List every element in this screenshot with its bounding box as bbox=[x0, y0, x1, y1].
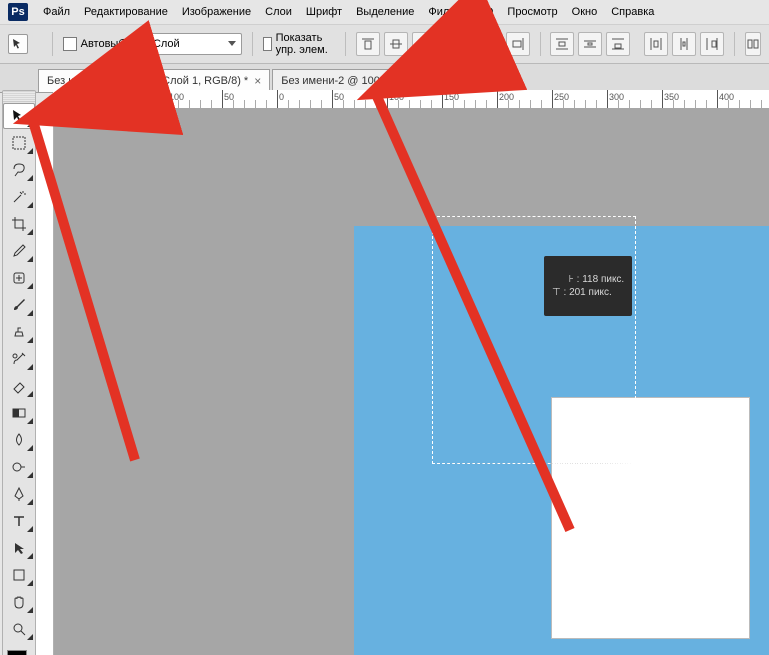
menu-3d[interactable]: 3D bbox=[472, 0, 500, 24]
eyedropper-tool[interactable] bbox=[3, 238, 35, 264]
document-tab-1[interactable]: Без имени-1 @ 100% (Слой 1, RGB/8) * × bbox=[38, 69, 270, 92]
pen-tool[interactable] bbox=[3, 481, 35, 507]
clone-stamp-tool[interactable] bbox=[3, 319, 35, 345]
distribute-vcenter-icon[interactable] bbox=[578, 32, 602, 56]
menu-image[interactable]: Изображение bbox=[175, 0, 258, 24]
hand-tool[interactable] bbox=[3, 589, 35, 615]
history-brush-tool[interactable] bbox=[3, 346, 35, 372]
menu-filter[interactable]: Фильтр bbox=[421, 0, 472, 24]
transform-info-tooltip: ⊦ : 118 пикс. ⊤ : 201 пикс. bbox=[544, 256, 632, 316]
menu-select[interactable]: Выделение bbox=[349, 0, 421, 24]
selection-marquee bbox=[432, 216, 636, 464]
options-bar: Автовыбор: Слой Показать упр. элем. bbox=[0, 25, 769, 64]
autoselect-target-select[interactable]: Слой bbox=[146, 33, 242, 55]
blur-tool[interactable] bbox=[3, 427, 35, 453]
document-tab-strip: Без имени-1 @ 100% (Слой 1, RGB/8) * × Б… bbox=[0, 64, 769, 93]
autoalign-icon[interactable] bbox=[745, 32, 761, 56]
healing-tool[interactable] bbox=[3, 265, 35, 291]
menu-layers[interactable]: Слои bbox=[258, 0, 299, 24]
app-logo: Ps bbox=[8, 3, 28, 21]
move-tool-icon[interactable] bbox=[8, 34, 28, 54]
autoselect-label: Автовыбор: bbox=[81, 38, 140, 50]
lasso-tool[interactable] bbox=[3, 157, 35, 183]
align-buttons bbox=[356, 32, 530, 56]
dodge-tool[interactable] bbox=[3, 454, 35, 480]
menu-file[interactable]: Файл bbox=[36, 0, 77, 24]
move-tool[interactable] bbox=[3, 103, 35, 129]
distribute-right-icon[interactable] bbox=[700, 32, 724, 56]
vertical-ruler[interactable] bbox=[36, 108, 54, 655]
zoom-tool[interactable] bbox=[3, 616, 35, 642]
menu-bar: Ps Файл Редактирование Изображение Слои … bbox=[0, 0, 769, 25]
autoselect-toggle[interactable]: Автовыбор: bbox=[63, 37, 140, 51]
align-bottom-icon[interactable] bbox=[412, 32, 436, 56]
crop-tool[interactable] bbox=[3, 211, 35, 237]
align-left-icon[interactable] bbox=[450, 32, 474, 56]
path-select-tool[interactable] bbox=[3, 535, 35, 561]
magic-wand-tool[interactable] bbox=[3, 184, 35, 210]
color-swatches[interactable] bbox=[3, 648, 35, 655]
close-icon[interactable]: × bbox=[446, 74, 453, 88]
brush-tool[interactable] bbox=[3, 292, 35, 318]
align-vcenter-icon[interactable] bbox=[384, 32, 408, 56]
menu-help[interactable]: Справка bbox=[604, 0, 661, 24]
gradient-tool[interactable] bbox=[3, 400, 35, 426]
align-top-icon[interactable] bbox=[356, 32, 380, 56]
foreground-color-swatch[interactable] bbox=[7, 650, 27, 655]
align-hcenter-icon[interactable] bbox=[478, 32, 502, 56]
distribute-top-icon[interactable] bbox=[550, 32, 574, 56]
menu-type[interactable]: Шрифт bbox=[299, 0, 349, 24]
menu-view[interactable]: Просмотр bbox=[500, 0, 564, 24]
toolbox bbox=[2, 90, 36, 655]
toolbox-grip[interactable] bbox=[3, 91, 35, 102]
distribute-buttons bbox=[550, 32, 724, 56]
close-icon[interactable]: × bbox=[254, 74, 261, 88]
eraser-tool[interactable] bbox=[3, 373, 35, 399]
menu-edit[interactable]: Редактирование bbox=[77, 0, 175, 24]
align-right-icon[interactable] bbox=[506, 32, 530, 56]
type-tool[interactable] bbox=[3, 508, 35, 534]
marquee-tool[interactable] bbox=[3, 130, 35, 156]
document-tab-2[interactable]: Без имени-2 @ 100% (RGB/8) * × bbox=[272, 69, 462, 92]
distribute-left-icon[interactable] bbox=[644, 32, 668, 56]
menu-window[interactable]: Окно bbox=[565, 0, 605, 24]
canvas-area[interactable]: ⊦ : 118 пикс. ⊤ : 201 пикс. bbox=[54, 108, 769, 655]
distribute-bottom-icon[interactable] bbox=[606, 32, 630, 56]
horizontal-ruler[interactable]: 20015010050050100150200250300350400 bbox=[53, 90, 769, 109]
distribute-hcenter-icon[interactable] bbox=[672, 32, 696, 56]
show-controls-label: Показать упр. элем. bbox=[276, 32, 336, 56]
show-controls-toggle[interactable]: Показать упр. элем. bbox=[263, 32, 336, 56]
shape-tool[interactable] bbox=[3, 562, 35, 588]
